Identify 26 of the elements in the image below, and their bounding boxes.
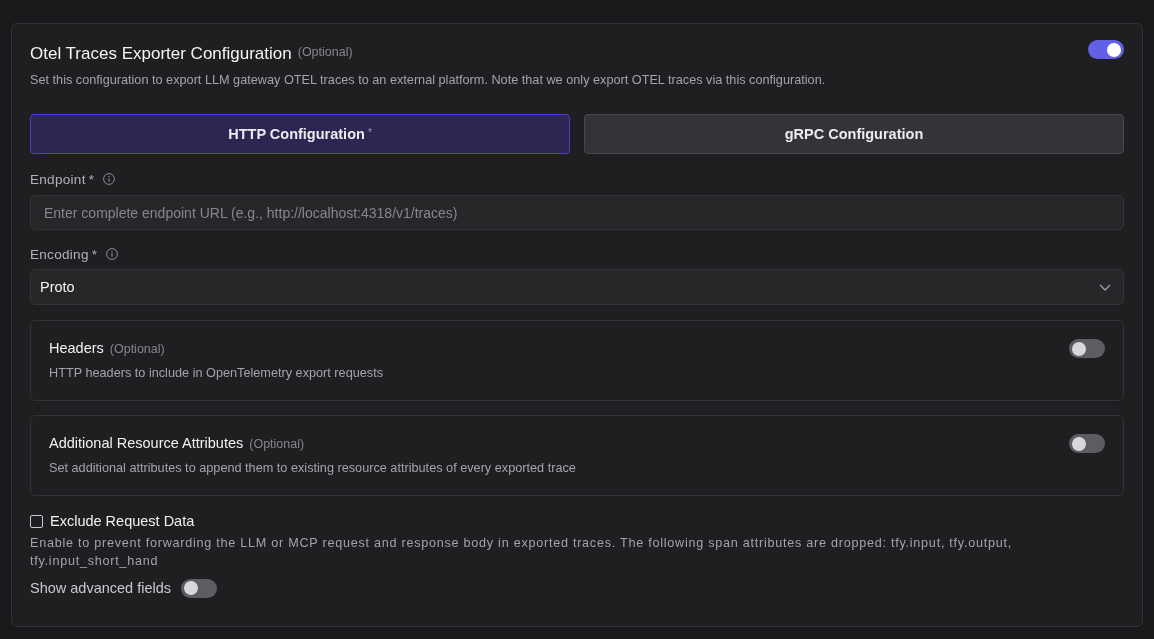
toggle-switch[interactable]: [1069, 339, 1105, 358]
toggle-switch[interactable]: [1069, 434, 1105, 453]
section-description: Set this configuration to export LLM gateway OTEL traces to an external platform. Note that we only export OTEL traces via this configuration.: [30, 72, 827, 89]
config-tab[interactable]: HTTP Configuration $^{*}$: [30, 114, 570, 154]
checkbox-label: Exclude Request Data: [50, 513, 195, 529]
section-title: Otel Traces Exporter Configuration: [30, 43, 292, 65]
toggle-label: Show advanced fields: [30, 580, 172, 596]
card-title: Additional Resource Attributes: [49, 434, 244, 453]
chevron-down-icon: [1099, 283, 1111, 291]
endpoint-input[interactable]: Enter complete endpoint URL (e.g., http://localhost:4318/v1/traces): [30, 195, 1124, 230]
optional-tag: (Optional): [109, 339, 165, 359]
info-icon[interactable]: [103, 173, 116, 185]
field-label: Encoding *: [30, 246, 98, 262]
toggle-switch[interactable]: [1088, 40, 1124, 59]
config-tab[interactable]: gRPC Configuration: [584, 114, 1124, 154]
encoding-select[interactable]: Proto: [30, 269, 1124, 305]
card-title: Headers: [49, 339, 104, 358]
toggle-switch[interactable]: [181, 578, 218, 598]
optional-tag: (Optional): [249, 434, 305, 454]
card-description: HTTP headers to include in OpenTelemetry export requests: [49, 365, 384, 381]
card-description: Set additional attributes to append them to existing resource attributes of every exported trace: [49, 460, 576, 476]
checkbox-description: Enable to prevent forwarding the LLM or MCP request and response body in exported traces. The following span attributes are dropped: tfy.input, tfy.output, tfy.input_short_hand: [30, 535, 1013, 570]
info-icon[interactable]: [106, 248, 119, 260]
checkbox[interactable]: [30, 514, 43, 528]
field-label: Endpoint *: [30, 171, 95, 187]
optional-tag: (Optional): [297, 40, 353, 64]
